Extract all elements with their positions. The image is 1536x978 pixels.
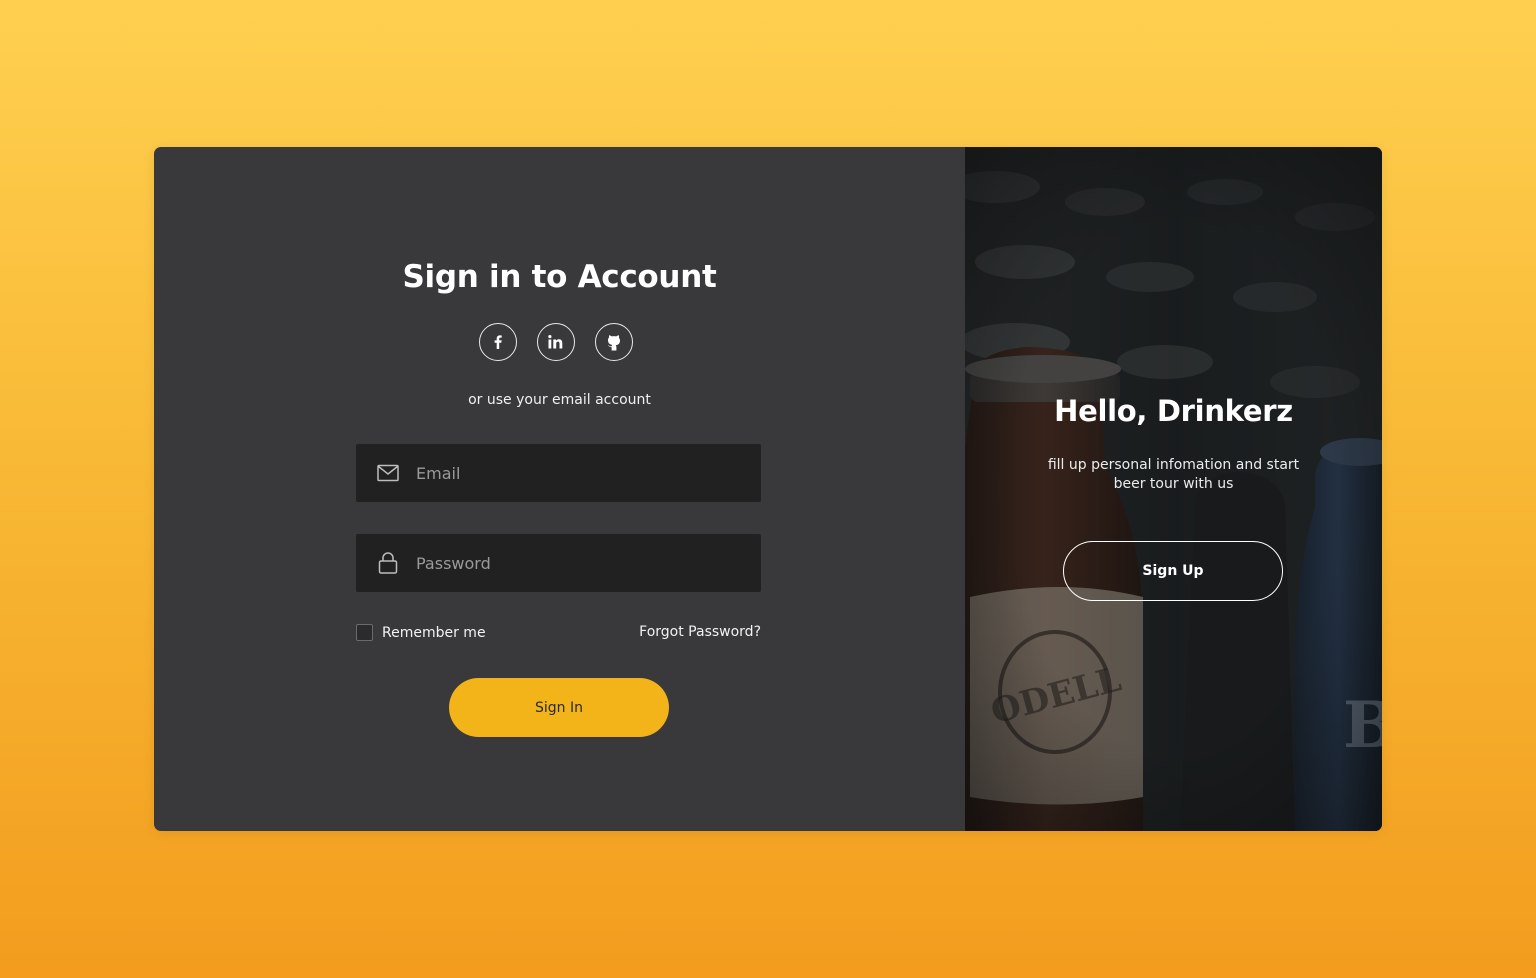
signup-button[interactable]: Sign Up: [1063, 541, 1283, 601]
remember-me-toggle[interactable]: Remember me: [356, 624, 486, 641]
signin-panel: Sign in to Account or use your email acc…: [154, 147, 965, 831]
github-icon: [607, 335, 620, 351]
signup-title: Hello, Drinkerz: [1054, 394, 1293, 428]
forgot-password-link[interactable]: Forgot Password?: [639, 624, 761, 640]
signup-panel: ODELL BI Hello, Drinkerz fill up persona…: [965, 147, 1382, 831]
mail-icon: [377, 462, 399, 484]
remember-me-label: Remember me: [382, 624, 486, 641]
linkedin-button[interactable]: [537, 323, 575, 361]
signin-button[interactable]: Sign In: [449, 678, 669, 737]
social-login-group: [479, 323, 633, 361]
email-input[interactable]: [416, 444, 761, 502]
signin-subtitle: or use your email account: [468, 392, 651, 408]
github-button[interactable]: [595, 323, 633, 361]
lock-icon: [377, 552, 399, 574]
linkedin-icon: [548, 335, 563, 349]
signin-title: Sign in to Account: [402, 259, 717, 295]
password-input[interactable]: [416, 534, 761, 592]
password-field[interactable]: [356, 534, 761, 592]
remember-me-checkbox[interactable]: [356, 624, 373, 641]
auth-card: Sign in to Account or use your email acc…: [154, 147, 1382, 831]
facebook-icon: [494, 335, 502, 349]
email-field[interactable]: [356, 444, 761, 502]
signup-description: fill up personal infomation and start be…: [1047, 457, 1300, 492]
facebook-button[interactable]: [479, 323, 517, 361]
